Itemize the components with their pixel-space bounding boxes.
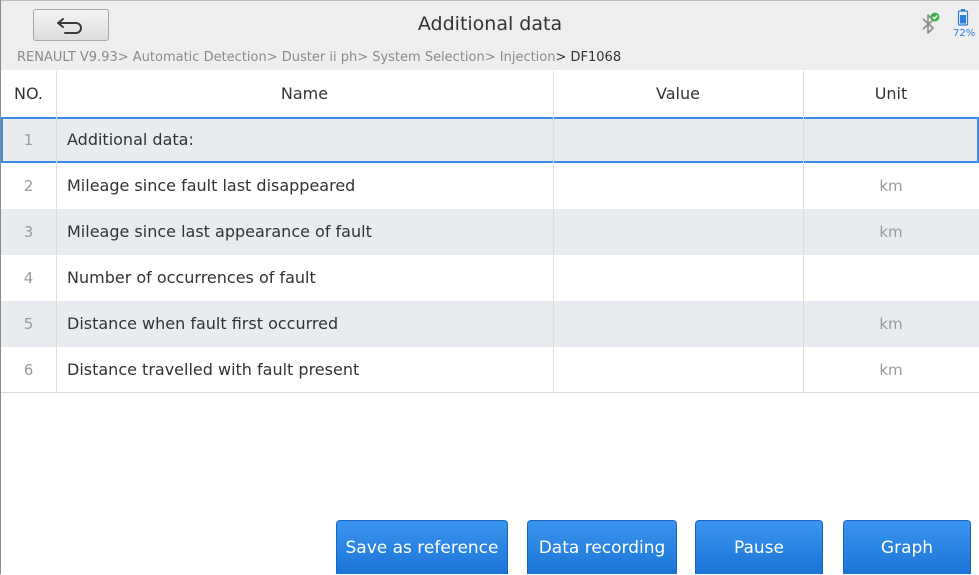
column-divider xyxy=(803,301,804,347)
row-name: Mileage since fault last disappeared xyxy=(67,176,356,195)
table-row[interactable]: 1 Additional data: xyxy=(1,117,979,163)
breadcrumb: RENAULT V9.93> Automatic Detection> Dust… xyxy=(1,47,979,70)
row-unit: km xyxy=(879,223,903,241)
row-unit xyxy=(803,117,979,163)
column-header-unit: Unit xyxy=(874,84,908,103)
graph-button[interactable]: Graph xyxy=(843,520,971,574)
title-bar: Additional data 72% xyxy=(1,0,979,47)
column-divider xyxy=(553,209,554,255)
page-title: Additional data xyxy=(417,13,563,35)
row-number: 3 xyxy=(23,223,34,241)
column-divider xyxy=(56,117,57,163)
row-divider xyxy=(1,392,979,393)
row-unit xyxy=(803,255,979,301)
column-divider xyxy=(553,163,554,209)
row-value xyxy=(553,117,803,163)
data-recording-button[interactable]: Data recording xyxy=(527,520,677,574)
column-divider xyxy=(803,117,804,163)
battery-percent: 72% xyxy=(953,28,976,39)
column-divider xyxy=(56,209,57,255)
column-divider xyxy=(56,163,57,209)
breadcrumb-path: RENAULT V9.93> Automatic Detection> Dust… xyxy=(17,50,556,65)
table-row[interactable]: 5 Distance when fault first occurred km xyxy=(1,301,979,347)
pause-button[interactable]: Pause xyxy=(695,520,823,574)
table-row[interactable]: 4 Number of occurrences of fault xyxy=(1,255,979,301)
row-unit: km xyxy=(879,315,903,333)
row-number: 2 xyxy=(23,177,34,195)
row-name: Number of occurrences of fault xyxy=(67,268,316,287)
app-window: Additional data 72% RENAULT V9.93> Autom… xyxy=(0,0,979,574)
column-divider xyxy=(56,347,57,393)
column-divider xyxy=(553,255,554,301)
row-unit: km xyxy=(879,177,903,195)
column-divider xyxy=(56,71,57,117)
row-value xyxy=(553,347,803,393)
row-name: Distance when fault first occurred xyxy=(67,314,339,333)
row-number: 4 xyxy=(23,269,34,287)
table-row[interactable]: 6 Distance travelled with fault present … xyxy=(1,347,979,393)
column-divider xyxy=(553,117,554,163)
table-row[interactable]: 3 Mileage since last appearance of fault… xyxy=(1,209,979,255)
row-name: Distance travelled with fault present xyxy=(67,360,360,379)
table-header: NO. Name Value Unit xyxy=(1,71,979,117)
column-divider xyxy=(803,163,804,209)
row-value xyxy=(553,301,803,347)
column-header-value: Value xyxy=(656,84,700,103)
column-divider xyxy=(803,347,804,393)
row-value xyxy=(553,209,803,255)
column-divider xyxy=(803,71,804,117)
table-row[interactable]: 2 Mileage since fault last disappeared k… xyxy=(1,163,979,209)
column-divider xyxy=(803,209,804,255)
bluetooth-connected-icon xyxy=(922,12,940,34)
row-number: 5 xyxy=(23,315,34,333)
column-divider xyxy=(553,71,554,117)
row-value xyxy=(553,163,803,209)
column-header-no: NO. xyxy=(14,84,43,103)
column-divider xyxy=(56,301,57,347)
row-number: 1 xyxy=(23,131,34,149)
column-divider xyxy=(553,301,554,347)
save-as-reference-button[interactable]: Save as reference xyxy=(336,520,508,574)
row-name: Mileage since last appearance of fault xyxy=(67,222,372,241)
column-divider xyxy=(553,347,554,393)
row-name: Additional data: xyxy=(67,130,194,149)
row-value xyxy=(553,255,803,301)
back-arrow-icon xyxy=(57,18,82,34)
column-divider xyxy=(803,255,804,301)
data-table: NO. Name Value Unit 1 Additional data: 2… xyxy=(1,71,979,393)
row-number: 6 xyxy=(23,361,34,379)
column-divider xyxy=(56,255,57,301)
row-unit: km xyxy=(879,361,903,379)
breadcrumb-current: > DF1068 xyxy=(555,50,622,65)
back-button[interactable] xyxy=(33,9,109,41)
column-header-name: Name xyxy=(280,84,329,103)
